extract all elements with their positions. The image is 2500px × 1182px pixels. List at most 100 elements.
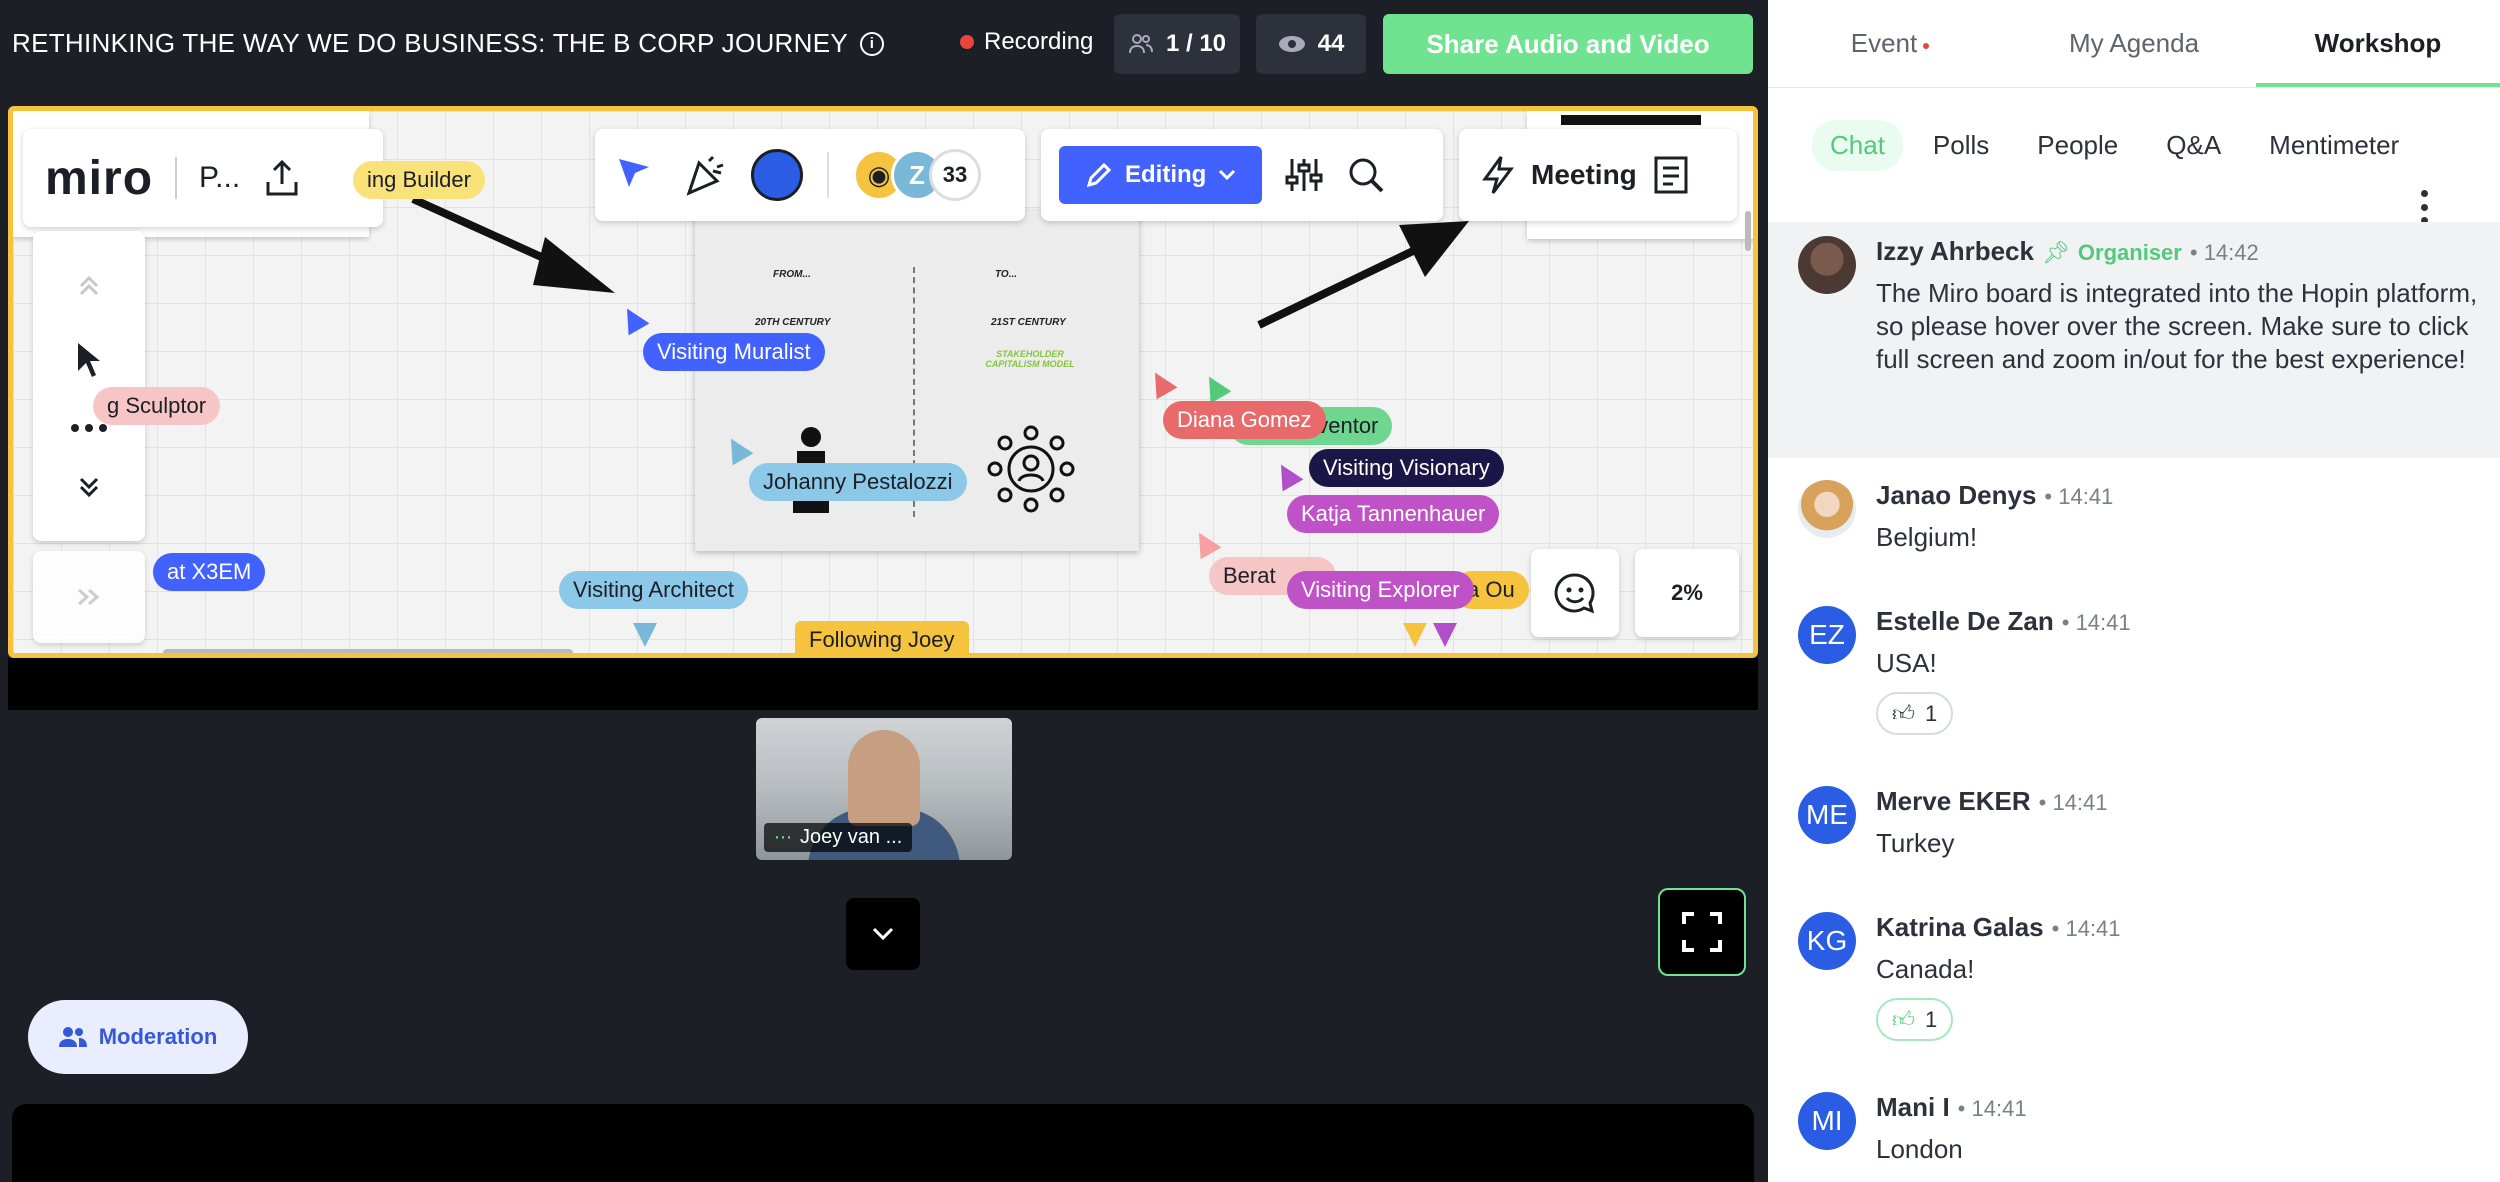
lightning-icon[interactable]	[1481, 155, 1515, 195]
thumbs-up-reaction[interactable]: 👍︎ 1	[1876, 692, 1954, 735]
participant-name: Joey van ...	[800, 826, 903, 848]
attendees-badge[interactable]: 1 / 10	[1114, 14, 1240, 74]
meeting-label[interactable]: Meeting	[1531, 159, 1637, 191]
select-cursor-icon[interactable]	[74, 341, 104, 379]
chevron-up-icon[interactable]	[75, 272, 103, 296]
miro-logo: miro	[45, 151, 154, 205]
fullscreen-button[interactable]	[1658, 888, 1746, 976]
participant-video-tile[interactable]: ⋯ Joey van ...	[756, 718, 1012, 860]
message-time: • 14:41	[2038, 790, 2108, 815]
thumbs-up-reaction[interactable]: 👍︎ 1	[1876, 998, 1954, 1041]
message-text: Belgium!	[1876, 522, 1978, 552]
zoom-level[interactable]: 2%	[1635, 549, 1739, 637]
following-indicator[interactable]: Following Joey	[795, 621, 969, 653]
cursor-toggle-icon[interactable]	[615, 155, 659, 195]
cursor-icon	[1188, 526, 1222, 560]
recording-indicator: Recording	[960, 28, 1093, 56]
participants-stack[interactable]: ◉ Z 33	[853, 149, 981, 201]
collaborator-tag: Visiting Visionary	[1309, 449, 1504, 487]
board-name[interactable]: P...	[199, 161, 240, 195]
top-bar: RETHINKING THE WAY WE DO BUSINESS: THE B…	[0, 0, 1768, 88]
chevron-down-icon[interactable]	[75, 477, 103, 501]
sender-name[interactable]: Mani I	[1876, 1092, 1950, 1123]
sender-name[interactable]: Merve EKER	[1876, 786, 2031, 817]
message-body: Merve EKER • 14:41 Turkey	[1876, 786, 2108, 860]
tab-workshop[interactable]: Workshop	[2256, 0, 2500, 87]
collaborator-tag: Diana Gomez	[1163, 401, 1326, 439]
sender-name[interactable]: Katrina Galas	[1876, 912, 2044, 943]
message-body: Izzy Ahrbeck 📌︎ Organiser • 14:42 The Mi…	[1876, 236, 2488, 376]
export-icon[interactable]	[262, 158, 302, 198]
reactions-icon[interactable]	[683, 153, 727, 197]
event-title: RETHINKING THE WAY WE DO BUSINESS: THE B…	[12, 28, 884, 59]
sender-name[interactable]: Izzy Ahrbeck	[1876, 236, 2034, 267]
recording-label: Recording	[984, 28, 1094, 55]
user-avatar[interactable]	[751, 149, 803, 201]
miro-expand-panel[interactable]	[33, 551, 145, 643]
event-title-text: RETHINKING THE WAY WE DO BUSINESS: THE B…	[12, 28, 848, 58]
annotation-arrow-icon	[1257, 221, 1469, 329]
sender-name[interactable]: Estelle De Zan	[1876, 606, 2054, 637]
comments-button[interactable]	[1531, 549, 1619, 637]
collaborator-tag: Visiting Explorer	[1287, 571, 1474, 609]
message-time-value: 14:41	[2075, 610, 2131, 635]
chevron-down-icon	[872, 927, 894, 941]
frame-from-label: FROM...	[773, 269, 811, 280]
miro-collab-toolbar: ◉ Z 33	[595, 129, 1025, 221]
message-body: Mani I • 14:41 London	[1876, 1092, 2027, 1166]
frame-to-label: TO...	[995, 269, 1018, 280]
sender-name[interactable]: Janao Denys	[1876, 480, 2036, 511]
chevron-down-icon	[1219, 169, 1236, 181]
pencil-icon	[1086, 162, 1112, 188]
chat-options-icon[interactable]	[2418, 190, 2430, 224]
message-time-value: 14:41	[2065, 916, 2121, 941]
avatar[interactable]: MI	[1798, 1092, 1856, 1150]
moderation-button[interactable]: Moderation	[28, 1000, 248, 1074]
search-icon[interactable]	[1346, 155, 1386, 195]
chat-message: Janao Denys • 14:41 Belgium!	[1798, 480, 2488, 554]
avatar[interactable]: ME	[1798, 786, 1856, 844]
subtab-qa[interactable]: Q&A	[2148, 120, 2239, 171]
vertical-scrollbar[interactable]	[1745, 211, 1751, 251]
message-time-value: 14:41	[2058, 484, 2114, 509]
annotation-arrow-icon	[411, 195, 615, 293]
message-header: Mani I • 14:41	[1876, 1092, 2027, 1123]
message-time: • 14:41	[1957, 1096, 2027, 1121]
cursor-icon	[633, 623, 657, 647]
notes-icon[interactable]	[1653, 155, 1689, 195]
pinned-message: Izzy Ahrbeck 📌︎ Organiser • 14:42 The Mi…	[1768, 222, 2500, 458]
miro-board[interactable]: FROM... TO... 20TH CENTURY 21ST CENTURY …	[8, 106, 1758, 658]
subtab-people[interactable]: People	[2019, 120, 2136, 171]
message-body: Katrina Galas • 14:41 Canada! 👍︎ 1	[1876, 912, 2121, 1041]
audio-dots-icon: ⋯	[774, 827, 792, 847]
chevron-right-icon[interactable]	[75, 586, 103, 608]
subtab-polls[interactable]: Polls	[1915, 120, 2007, 171]
avatar[interactable]	[1798, 236, 1856, 294]
notification-dot-icon	[1923, 42, 1930, 49]
share-audio-video-button[interactable]: Share Audio and Video	[1383, 14, 1753, 74]
people-icon	[58, 1027, 87, 1047]
info-icon[interactable]: i	[860, 31, 884, 56]
board-card-bar	[1561, 115, 1701, 125]
viewers-badge[interactable]: 44	[1256, 14, 1366, 74]
avatar[interactable]: KG	[1798, 912, 1856, 970]
message-text: Canada!	[1876, 954, 1975, 984]
editing-dropdown[interactable]: Editing	[1059, 146, 1263, 204]
horizontal-scrollbar[interactable]	[163, 649, 573, 653]
message-header: Merve EKER • 14:41	[1876, 786, 2108, 817]
collapse-video-button[interactable]	[846, 898, 920, 970]
more-tools-icon[interactable]	[71, 423, 107, 432]
tab-event[interactable]: Event	[1768, 0, 2012, 87]
subtab-chat[interactable]: Chat	[1812, 120, 1903, 171]
fullscreen-icon	[1682, 912, 1722, 952]
message-text: The Miro board is integrated into the Ho…	[1876, 278, 2478, 374]
frame-right-sub: STAKEHOLDER CAPITALISM MODEL	[985, 349, 1075, 369]
tab-my-agenda[interactable]: My Agenda	[2012, 0, 2256, 87]
subtab-mentimeter[interactable]: Mentimeter	[2251, 120, 2417, 171]
settings-sliders-icon[interactable]	[1284, 155, 1324, 195]
people-icon	[1128, 34, 1153, 54]
avatar[interactable]	[1798, 480, 1856, 538]
viewers-count: 44	[1317, 30, 1345, 57]
avatar[interactable]: EZ	[1798, 606, 1856, 664]
participant-count: 33	[929, 149, 981, 201]
